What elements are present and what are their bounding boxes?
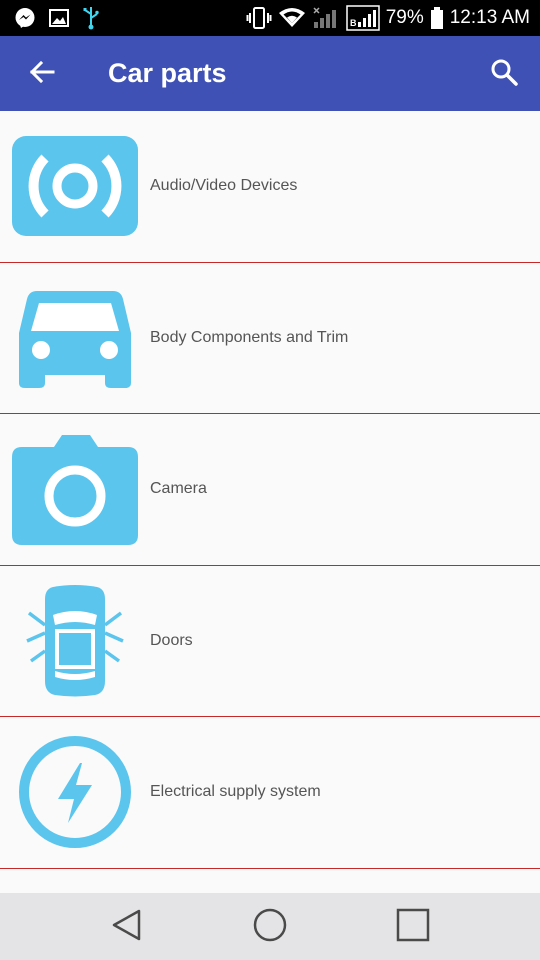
system-nav-bar — [0, 893, 540, 960]
app-bar: Car parts — [0, 36, 540, 111]
list-item[interactable]: Doors — [0, 565, 540, 717]
list-item-label: Electrical supply system — [150, 783, 321, 801]
list-item[interactable]: Body Components and Trim — [0, 262, 540, 414]
nav-home-button[interactable] — [248, 905, 292, 949]
status-bar: B 79% 12:13 AM — [0, 0, 540, 36]
car-parts-list: Audio/Video Devices Body Components and … — [0, 111, 540, 869]
list-item-label: Doors — [150, 631, 193, 649]
signal-icon — [312, 6, 340, 30]
nav-recents-button[interactable] — [391, 905, 435, 949]
car-doors-icon — [10, 584, 140, 697]
vibrate-icon — [246, 6, 272, 30]
search-button[interactable] — [484, 54, 524, 94]
messenger-icon — [14, 7, 36, 29]
list-item-label: Audio/Video Devices — [150, 177, 298, 195]
home-circle-icon — [252, 907, 288, 948]
page-title: Car parts — [108, 58, 227, 88]
signal-icon-2: B — [345, 5, 380, 31]
usb-icon — [82, 6, 100, 30]
list-item[interactable]: Audio/Video Devices — [0, 111, 540, 263]
arrow-back-icon — [28, 58, 56, 91]
battery-percent: 79% — [385, 7, 424, 28]
recents-square-icon — [395, 907, 431, 948]
list-item-label: Camera — [150, 480, 207, 498]
list-item[interactable]: Camera — [0, 414, 540, 566]
svg-text:B: B — [350, 18, 357, 28]
list-item[interactable]: Electrical supply system — [0, 717, 540, 869]
battery-icon — [430, 6, 444, 30]
car-body-icon — [10, 283, 140, 393]
camera-icon — [10, 434, 140, 546]
list-item-label: Body Components and Trim — [150, 328, 349, 346]
nav-back-button[interactable] — [105, 905, 149, 949]
back-triangle-icon — [110, 908, 144, 947]
electrical-bolt-icon — [10, 736, 140, 849]
audio-video-icon — [10, 131, 140, 241]
gallery-icon — [48, 7, 70, 29]
wifi-icon — [278, 7, 306, 29]
search-icon — [489, 57, 519, 92]
clock: 12:13 AM — [449, 7, 530, 28]
back-button[interactable] — [22, 54, 62, 94]
